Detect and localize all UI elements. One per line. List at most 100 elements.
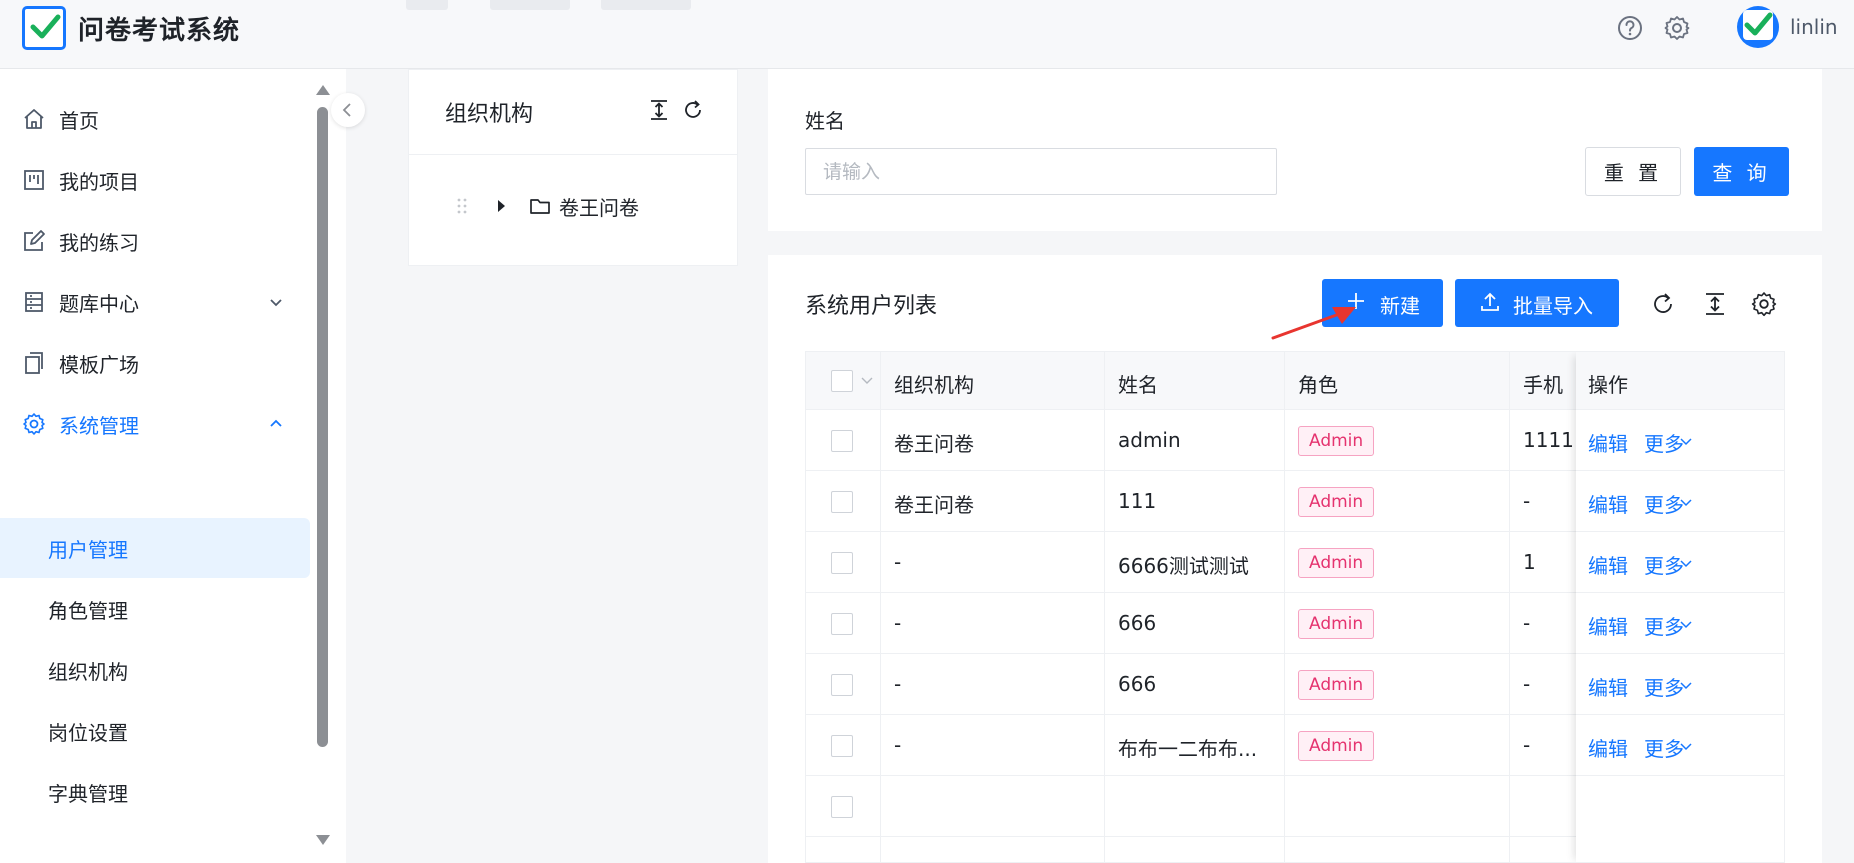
- column-header-actions: 操作: [1588, 373, 1628, 397]
- user-list-panel: 系统用户列表 新建 批量导入 组织机构 姓名 角色 手机 卷王问卷 admin …: [768, 255, 1822, 863]
- column-header-role: 角色: [1298, 373, 1338, 397]
- cell-name: 111: [1118, 489, 1157, 513]
- expand-collapse-icon[interactable]: [647, 98, 671, 122]
- collapse-sidebar-button[interactable]: [331, 93, 365, 127]
- column-header-org: 组织机构: [894, 373, 974, 397]
- scrollbar-thumb[interactable]: [317, 107, 328, 747]
- row-checkbox[interactable]: [831, 674, 853, 696]
- row-actions: 编辑 更多: [1576, 655, 1784, 715]
- sidebar-item-label: 组织机构: [48, 660, 128, 684]
- sidebar-item-label: 角色管理: [48, 599, 128, 623]
- chevron-down-icon[interactable]: [1680, 681, 1692, 691]
- sidebar-item-label: 系统管理: [59, 414, 139, 438]
- sidebar-item-templates[interactable]: 模板广场: [0, 333, 310, 393]
- row-checkbox[interactable]: [831, 491, 853, 513]
- name-search-input[interactable]: [805, 148, 1277, 195]
- edit-link[interactable]: 编辑: [1588, 672, 1628, 701]
- sidebar-item-practice[interactable]: 我的练习: [0, 211, 310, 271]
- cell-name: admin: [1118, 428, 1181, 452]
- chevron-down-icon[interactable]: [861, 376, 873, 386]
- sidebar-item-positions[interactable]: 岗位设置: [0, 701, 310, 761]
- sidebar-item-dictionary[interactable]: 字典管理: [0, 762, 310, 822]
- refresh-icon[interactable]: [681, 98, 705, 122]
- more-link[interactable]: 更多: [1644, 672, 1684, 701]
- role-tag: Admin: [1298, 670, 1375, 700]
- help-icon[interactable]: [1616, 14, 1644, 42]
- chevron-down-icon[interactable]: [1680, 559, 1692, 569]
- column-header-name: 姓名: [1118, 373, 1158, 397]
- row-actions: 编辑 更多: [1576, 594, 1784, 654]
- density-icon[interactable]: [1702, 291, 1728, 317]
- bank-icon: [25, 292, 43, 312]
- more-link[interactable]: 更多: [1644, 550, 1684, 579]
- scroll-up-arrow-icon[interactable]: [316, 85, 330, 95]
- cell-phone: -: [1523, 611, 1531, 635]
- logo-icon: [22, 6, 66, 50]
- cell-name: 666: [1118, 672, 1157, 696]
- edit-icon: [24, 230, 45, 251]
- drag-handle-icon[interactable]: [455, 196, 469, 216]
- chevron-down-icon[interactable]: [1680, 437, 1692, 447]
- cell-name: 布布一二布布...: [1118, 737, 1258, 761]
- cell-name: 666: [1118, 611, 1157, 635]
- reset-button[interactable]: 重 置: [1585, 147, 1681, 196]
- divider: [409, 154, 737, 155]
- settings-icon[interactable]: [1663, 14, 1691, 42]
- row-actions: 编辑 更多: [1576, 716, 1784, 776]
- search-panel: 姓名 重 置 查 询: [768, 69, 1822, 231]
- row-checkbox[interactable]: [831, 735, 853, 757]
- more-link[interactable]: 更多: [1644, 428, 1684, 457]
- query-button[interactable]: 查 询: [1694, 147, 1789, 196]
- chevron-down-icon[interactable]: [1680, 620, 1692, 630]
- row-checkbox[interactable]: [831, 613, 853, 635]
- sidebar-item-system[interactable]: 系统管理: [0, 394, 310, 454]
- column-settings-icon[interactable]: [1751, 291, 1777, 317]
- org-panel-title: 组织机构: [445, 102, 534, 127]
- cell-name: 6666测试测试: [1118, 554, 1249, 578]
- sidebar-item-label: 用户管理: [48, 538, 128, 562]
- sidebar-item-home[interactable]: 首页: [0, 89, 310, 149]
- sidebar-item-organization[interactable]: 组织机构: [0, 640, 310, 700]
- sidebar: 首页 我的项目 我的练习 题库中心 模板广场 系统管理 用户管理 角色管理 组织…: [0, 69, 346, 863]
- edit-link[interactable]: 编辑: [1588, 550, 1628, 579]
- import-button-label: 批量导入: [1513, 294, 1593, 318]
- edit-link[interactable]: 编辑: [1588, 733, 1628, 762]
- more-link[interactable]: 更多: [1644, 611, 1684, 640]
- username[interactable]: linlin: [1790, 15, 1838, 39]
- tree-node[interactable]: 卷王问卷: [409, 186, 737, 226]
- edit-link[interactable]: 编辑: [1588, 611, 1628, 640]
- chevron-down-icon[interactable]: [1680, 498, 1692, 508]
- folder-icon: [530, 199, 550, 214]
- refresh-icon[interactable]: [1650, 291, 1676, 317]
- row-actions: 编辑 更多: [1576, 533, 1784, 593]
- row-checkbox[interactable]: [831, 796, 853, 818]
- scroll-down-arrow-icon[interactable]: [316, 835, 330, 845]
- chevron-down-icon[interactable]: [1680, 742, 1692, 752]
- chevron-down-icon: [270, 299, 282, 307]
- sidebar-item-label: 我的练习: [59, 231, 139, 255]
- sidebar-item-label: 模板广场: [59, 353, 139, 377]
- cell-phone: -: [1523, 489, 1531, 513]
- more-link[interactable]: 更多: [1644, 733, 1684, 762]
- row-checkbox[interactable]: [831, 430, 853, 452]
- sidebar-item-question-bank[interactable]: 题库中心: [0, 272, 310, 332]
- cell-org: -: [894, 611, 902, 635]
- actions-column: 操作 编辑 更多 编辑 更多 编辑 更多 编辑 更多 编辑 更多 编辑 更多: [1576, 352, 1784, 862]
- row-checkbox[interactable]: [831, 552, 853, 574]
- cell-org: -: [894, 550, 902, 574]
- avatar[interactable]: [1737, 6, 1779, 48]
- sidebar-item-projects[interactable]: 我的项目: [0, 150, 310, 210]
- name-field-label: 姓名: [805, 109, 845, 133]
- project-icon: [24, 170, 44, 190]
- role-tag: Admin: [1298, 487, 1375, 517]
- edit-link[interactable]: 编辑: [1588, 489, 1628, 518]
- role-tag: Admin: [1298, 426, 1375, 456]
- select-all-checkbox[interactable]: [831, 370, 853, 392]
- caret-right-icon[interactable]: [495, 198, 507, 214]
- sidebar-item-user-management[interactable]: 用户管理: [0, 518, 310, 578]
- batch-import-button[interactable]: 批量导入: [1455, 279, 1619, 327]
- more-link[interactable]: 更多: [1644, 489, 1684, 518]
- sidebar-item-role-management[interactable]: 角色管理: [0, 579, 310, 639]
- cell-org: 卷王问卷: [894, 493, 974, 517]
- edit-link[interactable]: 编辑: [1588, 428, 1628, 457]
